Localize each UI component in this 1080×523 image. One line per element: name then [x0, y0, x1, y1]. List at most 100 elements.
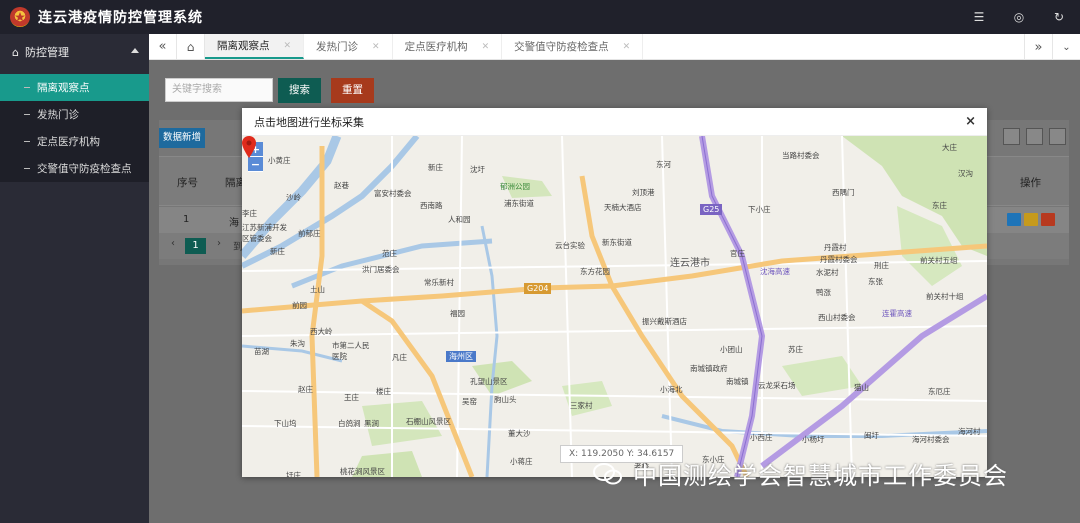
map-label-place: 吴窑	[462, 397, 477, 406]
row-index: 1	[183, 214, 190, 225]
home-tab-icon[interactable]: ⌂	[177, 34, 205, 59]
map-label-place: 前园	[292, 301, 307, 310]
map-label-place: 江苏新浦开发区管委会	[242, 223, 287, 243]
map-label-place: 西南路	[420, 201, 443, 210]
map-label-city: 连云港市	[670, 258, 710, 269]
delete-icon[interactable]	[1041, 213, 1055, 226]
coordinate-picker-modal: 点击地图进行坐标采集 × + − 连云港市 海州区 郁洲公园 天楠大酒店 振兴戴…	[242, 108, 987, 477]
close-icon[interactable]: ✕	[482, 42, 490, 52]
map-label-place: 东厄庄	[928, 387, 951, 396]
map-label-place: 沈圩	[470, 165, 485, 174]
chevron-down-icon[interactable]: ⌄	[1052, 34, 1080, 60]
tab-fever-clinic[interactable]: 发热门诊 ✕	[304, 34, 393, 59]
map-label-place: 范庄	[382, 249, 397, 258]
search-input[interactable]: 关键字搜索	[165, 78, 273, 102]
tab-checkpoint[interactable]: 交警值守防疫检查点 ✕	[502, 34, 644, 59]
map-label-place: 南城镇政府	[690, 364, 728, 373]
map-label-place: 土山	[310, 285, 325, 294]
zoom-out-button[interactable]: −	[248, 157, 263, 172]
map-label-place: 前关村五组	[920, 256, 958, 265]
watermark: 中国测绘学会智慧城市工作委员会	[593, 456, 1008, 491]
map-label-place: 当路村委会	[782, 151, 820, 160]
tab-isolation[interactable]: 隔离观察点 ✕	[205, 34, 305, 59]
top-bar: 连云港疫情防控管理系统 ☰ ◎ ↻	[0, 0, 1080, 34]
close-icon[interactable]: ✕	[623, 42, 631, 52]
close-icon[interactable]: ×	[965, 114, 976, 129]
map-label-road: G25	[700, 204, 723, 215]
wechat-icon	[593, 462, 622, 484]
prev-page-icon[interactable]: ‹	[171, 238, 175, 249]
map-canvas[interactable]: + − 连云港市 海州区 郁洲公园 天楠大酒店 振兴戴斯酒店 市第二人民医院 小…	[242, 136, 987, 477]
location-icon[interactable]	[1024, 213, 1038, 226]
sidebar-item-medical-institution[interactable]: 定点医疗机构	[0, 128, 149, 155]
current-page[interactable]: 1	[185, 238, 206, 254]
map-label-place: 东河	[656, 160, 671, 169]
map-label-place: 云龙采石场	[758, 381, 796, 390]
edit-icon[interactable]	[1007, 213, 1021, 226]
map-label-place: 小西庄	[750, 433, 773, 442]
print-icon[interactable]	[1049, 128, 1066, 145]
map-label-place: 王庄	[344, 393, 359, 402]
map-label-place: 前郁庄	[298, 229, 321, 238]
list-icon[interactable]: ☰	[972, 10, 986, 24]
globe-icon[interactable]: ◎	[1012, 10, 1026, 24]
reset-button[interactable]: 重置	[331, 78, 374, 103]
sidebar-item-fever-clinic[interactable]: 发热门诊	[0, 101, 149, 128]
map-label-hotel2: 振兴戴斯酒店	[642, 317, 687, 326]
map-label-place: 水泥村	[816, 268, 839, 277]
map-label-place: 大庄	[942, 143, 957, 152]
column-header-actions: 操作	[1020, 177, 1041, 189]
close-icon[interactable]: ✕	[284, 41, 292, 51]
map-label-place: 朱沟	[290, 339, 305, 348]
double-chevron-right-icon[interactable]: »	[1024, 34, 1052, 60]
map-label-place: 赵庄	[298, 385, 313, 394]
map-label-place: 朐山头	[494, 395, 517, 404]
app-title: 连云港疫情防控管理系统	[38, 10, 203, 26]
map-pin-icon	[242, 136, 256, 158]
map-label-place: 丹霞村	[824, 243, 847, 252]
map-label-place: 汉沟	[958, 169, 973, 178]
sidebar-section-header[interactable]: ⌂ 防控管理	[0, 34, 149, 70]
map-label-road: 连霍高速	[882, 309, 912, 318]
map-label-place: 鸭涨	[816, 288, 831, 297]
map-label-place: 石棚山风景区	[406, 417, 451, 426]
map-label-place: 新庄	[270, 247, 285, 256]
double-chevron-left-icon[interactable]: «	[149, 34, 177, 59]
map-label-place: 洪门居委会	[362, 265, 400, 274]
map-label-place: 人和园	[448, 215, 471, 224]
watermark-text: 中国测绘学会智慧城市工作委员会	[633, 462, 1008, 490]
map-label-place: 西隅门	[832, 188, 855, 197]
map-label-place: 海河村委会	[912, 435, 950, 444]
map-label-place: 沙岭	[286, 193, 301, 202]
map-label-place: 黑涧	[364, 419, 379, 428]
map-label-place: 刑庄	[874, 261, 889, 270]
map-label-place: 官庄	[730, 249, 745, 258]
map-label-park: 郁洲公园	[500, 182, 530, 191]
add-data-button[interactable]: 数据新增	[159, 128, 205, 148]
map-label-place: 圩庄	[286, 471, 301, 477]
map-label-place: 海河村	[958, 427, 981, 436]
map-label-district: 海州区	[446, 351, 476, 362]
columns-icon[interactable]	[1003, 128, 1020, 145]
tab-medical-institution[interactable]: 定点医疗机构 ✕	[393, 34, 503, 59]
dash-icon	[24, 168, 30, 169]
next-page-icon[interactable]: ›	[217, 238, 221, 249]
map-label-place: 东张	[868, 277, 883, 286]
map-label-place: 闽圩	[864, 431, 879, 440]
refresh-icon[interactable]: ↻	[1052, 10, 1066, 24]
map-label-place: 苏庄	[788, 345, 803, 354]
sidebar: ⌂ 防控管理 隔离观察点 发热门诊 定点医疗机构 交警值守防疫检查点	[0, 34, 149, 523]
export-icon[interactable]	[1026, 128, 1043, 145]
map-label-place: 丹霞村委会	[820, 255, 858, 264]
map-label-place: 赵巷	[334, 181, 349, 190]
dash-icon	[24, 141, 30, 142]
sidebar-item-isolation[interactable]: 隔离观察点	[0, 74, 149, 101]
dash-icon	[24, 87, 30, 88]
map-label-place: 新庄	[428, 163, 443, 172]
search-button[interactable]: 搜索	[278, 78, 321, 103]
map-label-place: 前关村十组	[926, 292, 964, 301]
map-label-place: 东庄	[932, 201, 947, 210]
sidebar-item-checkpoint[interactable]: 交警值守防疫检查点	[0, 155, 149, 182]
map-label-place: 东方花园	[580, 267, 610, 276]
close-icon[interactable]: ✕	[372, 42, 380, 52]
